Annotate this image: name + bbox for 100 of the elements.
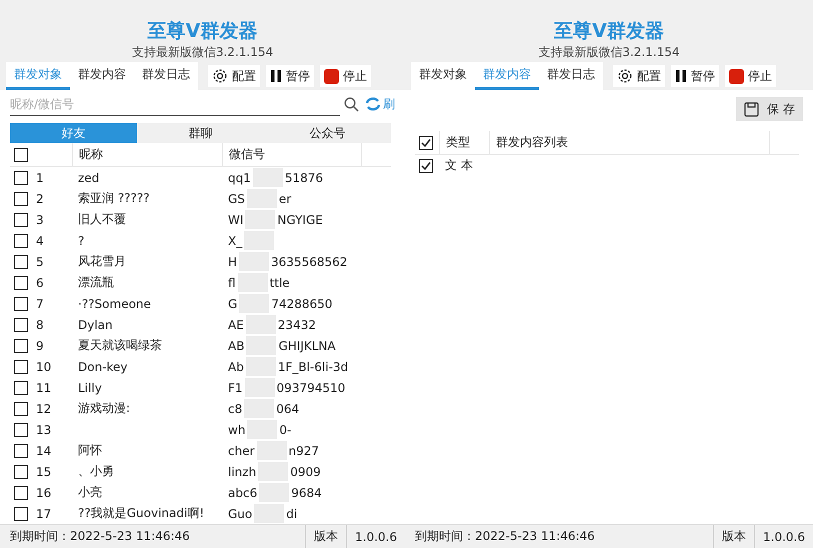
table-cell: WI [228, 212, 244, 226]
config-button[interactable]: 配置 [613, 65, 665, 87]
row-number: 11 [36, 380, 52, 394]
table-cell: 9684 [291, 486, 322, 500]
table-cell-text: 文 本 [444, 157, 474, 174]
table-cell: qq1 [228, 170, 251, 184]
pause-icon [270, 69, 282, 83]
stop-icon [324, 68, 339, 84]
checkbox[interactable] [14, 170, 28, 184]
checkbox[interactable] [14, 444, 28, 458]
table-cell: cher [228, 444, 255, 458]
table-cell: 51876 [284, 170, 324, 184]
refresh-icon [365, 97, 381, 111]
settings-icon [617, 68, 633, 84]
table-cell: ttle [270, 276, 290, 290]
row-number: 15 [36, 464, 52, 478]
expiry-text: 到期时间：2022-5-23 11:46:46 [414, 528, 596, 545]
checkbox[interactable] [419, 158, 433, 172]
pause-icon [675, 69, 687, 83]
table-cell: linzh [228, 464, 256, 478]
table-cell-text: 旧人不覆 [77, 211, 127, 228]
pause-button[interactable]: 暂停 [266, 65, 314, 87]
table-cell-text: 游戏动漫: [77, 400, 132, 417]
tab[interactable]: 群发对象 [411, 62, 475, 90]
checkbox[interactable] [14, 148, 28, 162]
row-number: 3 [36, 212, 44, 226]
table-cell-text: 风花雪月 [77, 253, 127, 270]
table-cell: F1 [228, 380, 243, 394]
version-label: 版本 [713, 525, 754, 548]
table-cell: c8 [228, 402, 242, 416]
row-number: 16 [36, 486, 52, 500]
row-number: 7 [36, 296, 44, 310]
tab[interactable]: 群发日志 [134, 62, 198, 90]
tab[interactable]: 群发内容 [70, 62, 134, 90]
column-header: 微信号 [222, 143, 361, 166]
config-button[interactable]: 配置 [208, 65, 260, 87]
table-cell: 74288650 [271, 296, 332, 310]
column-header: 类型 [439, 131, 489, 154]
table-cell-text: 夏天就该喝绿茶 [77, 337, 163, 354]
tab[interactable]: 群发对象 [6, 62, 70, 90]
table-cell-text: Lilly [77, 380, 103, 394]
row-number: 1 [36, 170, 44, 184]
table-cell-text: zed [77, 170, 100, 184]
row-number: 9 [36, 338, 44, 352]
checkbox[interactable] [14, 486, 28, 500]
checkbox[interactable] [14, 296, 28, 310]
checkbox[interactable] [419, 136, 433, 150]
column-header: 昵称 [72, 143, 222, 166]
table-cell-text: ·??Someone [77, 296, 152, 310]
table-cell-text: ??我就是Guovinadi啊! [77, 505, 206, 522]
checkbox[interactable] [14, 318, 28, 332]
table-cell: fl [228, 276, 236, 290]
checkbox[interactable] [14, 464, 28, 478]
checkbox[interactable] [14, 192, 28, 206]
table-cell: abc6 [228, 486, 258, 500]
settings-icon [212, 68, 228, 84]
table-cell: 0- [279, 422, 292, 436]
stop-button[interactable]: 停止 [725, 65, 776, 87]
row-number: 8 [36, 318, 44, 332]
checkbox[interactable] [14, 360, 28, 374]
refresh-button[interactable]: 刷 [365, 96, 399, 112]
checkbox[interactable] [14, 338, 28, 352]
tab[interactable]: 群发内容 [475, 62, 539, 90]
search-field[interactable]: 昵称/微信号 [10, 92, 340, 116]
checkbox[interactable] [14, 234, 28, 248]
stop-icon [729, 68, 744, 84]
stop-button[interactable]: 停止 [320, 65, 371, 87]
pause-button[interactable]: 暂停 [671, 65, 719, 87]
table-cell-text: 漂流瓶 [77, 274, 115, 291]
expiry-text: 到期时间：2022-5-23 11:46:46 [9, 528, 191, 545]
table-cell-text: 阿怀 [77, 442, 103, 459]
checkbox[interactable] [14, 212, 28, 226]
segment-tab[interactable]: 群聊 [137, 123, 264, 143]
search-icon [344, 96, 359, 112]
checkbox[interactable] [14, 380, 28, 394]
checkbox[interactable] [14, 276, 28, 290]
app-subtitle: 支持最新版微信3.2.1.154 [132, 44, 274, 60]
row-number: 14 [36, 444, 52, 458]
table-cell: Ab [228, 360, 244, 374]
version-label: 版本 [305, 525, 346, 548]
table-cell-text: Don-key [77, 360, 129, 374]
checkbox[interactable] [14, 422, 28, 436]
row-number: 2 [36, 192, 44, 206]
table-cell-text: 索亚润 ????? [77, 190, 151, 207]
save-button[interactable]: 保 存 [736, 97, 803, 121]
column-header: 群发内容列表 [489, 131, 769, 154]
table-cell: AB [228, 338, 244, 352]
checkbox[interactable] [14, 254, 28, 268]
table-cell: di [286, 506, 298, 520]
tab[interactable]: 群发日志 [539, 62, 603, 90]
checkbox[interactable] [14, 402, 28, 416]
table-cell: H [228, 254, 238, 268]
checkbox[interactable] [14, 506, 28, 520]
row-number: 10 [36, 360, 52, 374]
table-cell-text: ? [77, 234, 86, 248]
app-title: 至尊V群发器 [554, 19, 664, 44]
table-cell: AE [228, 318, 244, 332]
table-cell: er [278, 192, 292, 206]
segment-tab[interactable]: 公众号 [264, 123, 391, 143]
table-cell: n927 [288, 444, 320, 458]
